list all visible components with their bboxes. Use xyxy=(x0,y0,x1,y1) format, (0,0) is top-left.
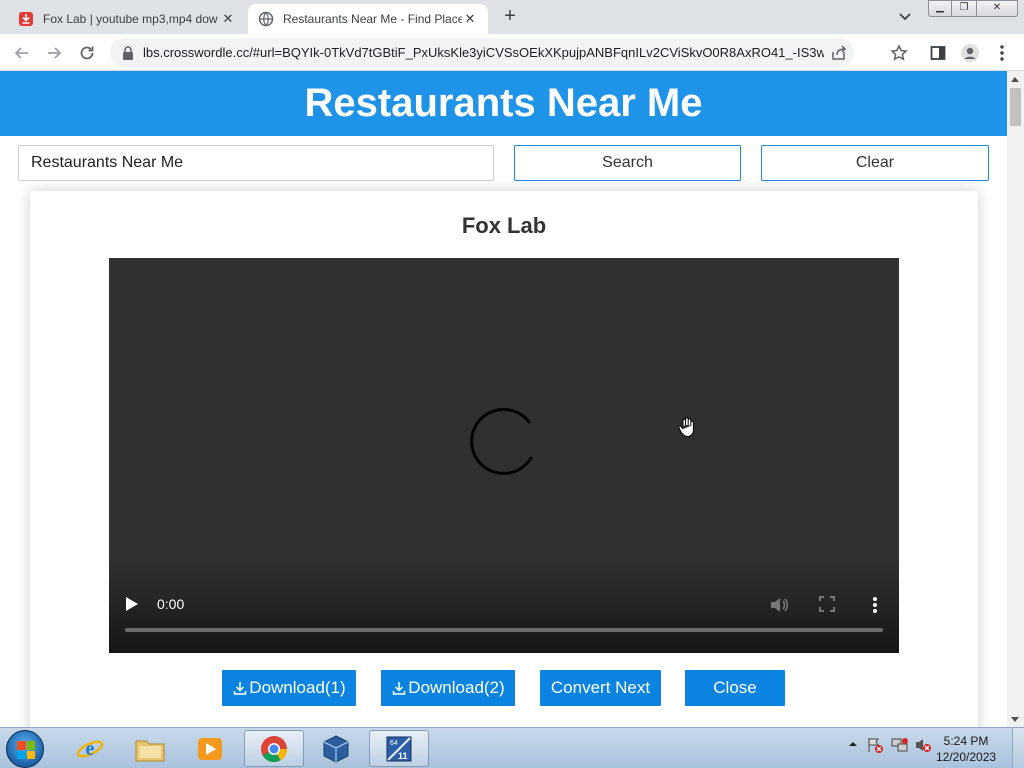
network-icon[interactable] xyxy=(891,736,908,752)
download-arrow-icon xyxy=(234,682,247,695)
address-bar[interactable]: lbs.crosswordle.cc/#url=BQYIk-0TkVd7tGBt… xyxy=(110,38,854,67)
globe-icon xyxy=(258,11,274,27)
close-tab-icon[interactable]: ✕ xyxy=(462,11,478,27)
download-2-label: Download(2) xyxy=(408,678,505,697)
tab-title: Restaurants Near Me - Find Place xyxy=(283,12,462,26)
page-scrollbar[interactable] xyxy=(1007,71,1024,727)
search-input[interactable] xyxy=(18,145,494,181)
svg-text:11: 11 xyxy=(398,751,408,761)
windows11-tool-icon[interactable]: 64 11 xyxy=(369,730,429,767)
video-progress-bar[interactable] xyxy=(125,628,883,632)
volume-icon[interactable] xyxy=(769,596,789,614)
tab-restaurants[interactable]: Restaurants Near Me - Find Place ✕ xyxy=(248,4,488,34)
kebab-menu-icon[interactable] xyxy=(992,43,1012,63)
convert-next-button[interactable]: Convert Next xyxy=(540,670,661,706)
download-1-button[interactable]: Download(1) xyxy=(222,670,356,706)
bookmark-star-icon[interactable] xyxy=(889,43,909,63)
loading-spinner-icon xyxy=(470,408,533,475)
clock-time: 5:24 PM xyxy=(943,734,989,748)
download-icon xyxy=(18,11,34,27)
show-hidden-icons-arrow[interactable] xyxy=(845,736,861,752)
taskbar-clock[interactable]: 5:24 PM 12/20/2023 xyxy=(936,733,996,765)
close-window-button[interactable]: ✕ xyxy=(976,0,1018,17)
download-arrow-icon xyxy=(393,682,406,695)
hand-cursor-icon xyxy=(678,417,694,438)
start-button[interactable] xyxy=(6,730,44,768)
action-center-flag-icon[interactable] xyxy=(866,736,883,753)
close-button[interactable]: Close xyxy=(685,670,785,706)
search-button[interactable]: Search xyxy=(514,145,741,181)
windows-taskbar: e 64 11 5:24 PM 12/20/2023 xyxy=(0,727,1024,768)
new-tab-button[interactable]: + xyxy=(498,6,522,28)
tab-fox-lab[interactable]: Fox Lab | youtube mp3,mp4 dow ✕ xyxy=(8,4,246,34)
video-more-options-icon[interactable] xyxy=(871,596,879,614)
chrome-icon[interactable] xyxy=(244,730,304,767)
lock-icon[interactable] xyxy=(122,45,134,60)
download-2-button[interactable]: Download(2) xyxy=(381,670,515,706)
internet-explorer-icon[interactable]: e xyxy=(60,730,120,767)
browser-toolbar: lbs.crosswordle.cc/#url=BQYIk-0TkVd7tGBt… xyxy=(0,34,1024,71)
page-banner-title: Restaurants Near Me xyxy=(0,71,1007,136)
fullscreen-icon[interactable] xyxy=(819,596,835,612)
minimize-window-button[interactable]: ▁ xyxy=(928,0,952,17)
result-card: Fox Lab 0:00 Download(1) Download(2) Con… xyxy=(30,191,978,727)
tab-title: Fox Lab | youtube mp3,mp4 dow xyxy=(43,12,218,26)
web-page: Restaurants Near Me Search Clear Fox Lab… xyxy=(0,71,1007,727)
scroll-down-icon[interactable] xyxy=(1011,717,1019,722)
browser-tab-bar: Fox Lab | youtube mp3,mp4 dow ✕ Restaura… xyxy=(0,0,1024,34)
video-player[interactable]: 0:00 xyxy=(109,258,899,653)
virtualbox-icon[interactable] xyxy=(306,730,366,767)
clear-button[interactable]: Clear xyxy=(761,145,989,181)
file-explorer-icon[interactable] xyxy=(120,730,180,767)
forward-arrow-icon[interactable] xyxy=(42,41,66,65)
svg-text:e: e xyxy=(86,738,95,760)
volume-muted-icon[interactable] xyxy=(914,736,931,752)
chevron-down-icon[interactable] xyxy=(896,9,914,25)
search-row: Search Clear xyxy=(0,136,1007,191)
back-arrow-icon[interactable] xyxy=(10,41,34,65)
scrollbar-thumb[interactable] xyxy=(1010,88,1021,126)
scroll-up-icon[interactable] xyxy=(1011,77,1019,82)
download-1-label: Download(1) xyxy=(249,678,346,697)
svg-text:64: 64 xyxy=(390,740,398,747)
clock-date: 12/20/2023 xyxy=(936,750,997,764)
play-icon[interactable] xyxy=(125,596,139,612)
windows-logo-icon xyxy=(17,741,35,759)
reload-icon[interactable] xyxy=(75,41,99,65)
show-desktop-button[interactable] xyxy=(1012,728,1024,768)
video-time: 0:00 xyxy=(157,596,185,612)
side-panel-icon[interactable] xyxy=(928,43,948,63)
profile-avatar-icon[interactable] xyxy=(960,43,980,63)
media-player-icon[interactable] xyxy=(180,730,240,767)
maximize-window-button[interactable]: ❐ xyxy=(951,0,977,17)
card-title: Fox Lab xyxy=(461,213,547,238)
close-tab-icon[interactable]: ✕ xyxy=(220,11,236,27)
url-text[interactable]: lbs.crosswordle.cc/#url=BQYIk-0TkVd7tGBt… xyxy=(143,45,824,60)
share-icon[interactable] xyxy=(830,44,848,62)
